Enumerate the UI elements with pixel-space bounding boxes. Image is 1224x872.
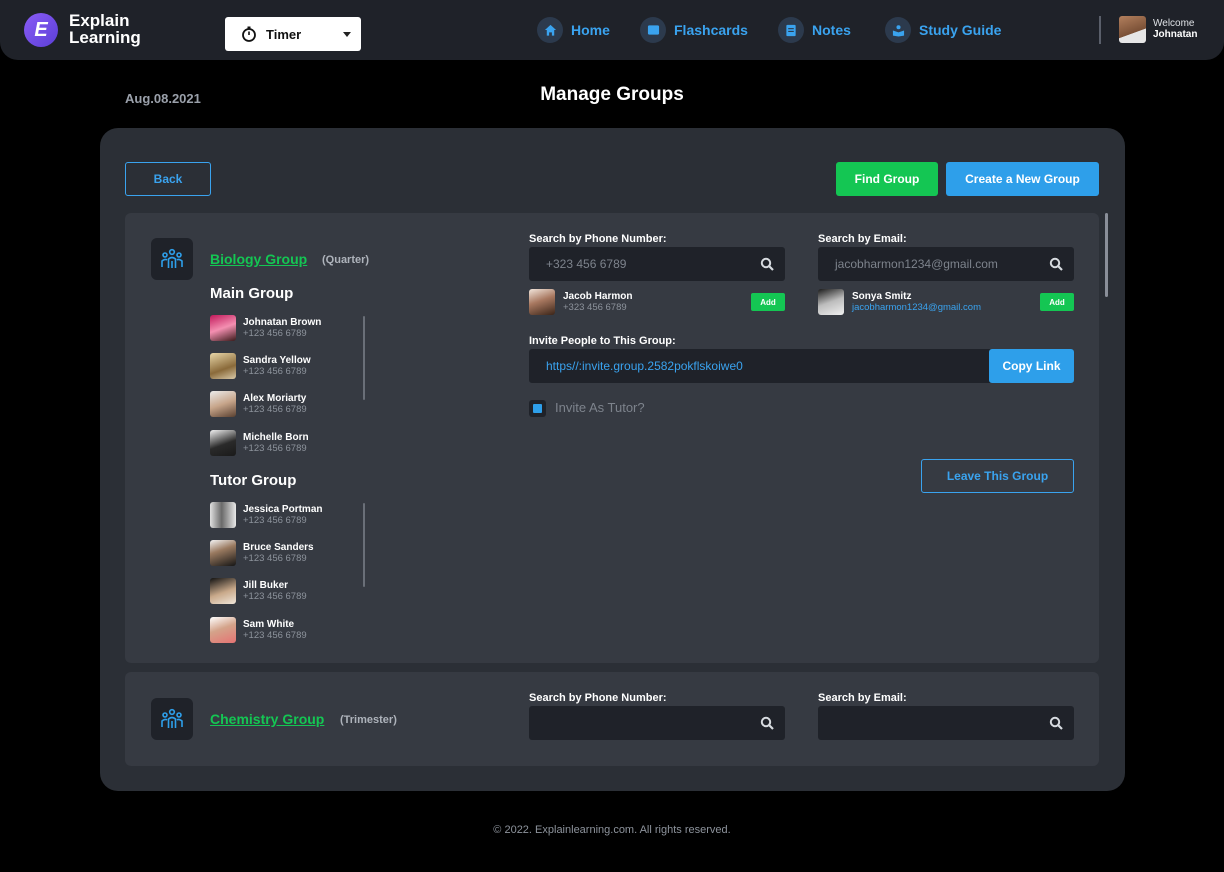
group-term: (Quarter) bbox=[322, 254, 370, 266]
phone-search-label: Search by Phone Number: bbox=[529, 233, 667, 245]
avatar bbox=[210, 617, 236, 643]
user-avatar[interactable] bbox=[1119, 16, 1146, 43]
group-term: (Trimester) bbox=[340, 714, 397, 726]
stopwatch-icon bbox=[242, 26, 256, 42]
list-item-tutor[interactable]: Jessica Portman +123 456 6789 bbox=[210, 502, 323, 528]
search-icon[interactable] bbox=[760, 257, 774, 271]
email-search-label: Search by Email: bbox=[818, 233, 907, 245]
find-group-button[interactable]: Find Group bbox=[836, 162, 938, 196]
search-icon[interactable] bbox=[1049, 716, 1063, 730]
avatar bbox=[210, 315, 236, 341]
back-button[interactable]: Back bbox=[125, 162, 211, 196]
invite-as-tutor-label[interactable]: Invite As Tutor? bbox=[555, 400, 645, 415]
avatar bbox=[210, 391, 236, 417]
chevron-down-icon bbox=[343, 32, 351, 37]
scrollbar[interactable] bbox=[1105, 213, 1108, 297]
avatar bbox=[210, 502, 236, 528]
timer-dropdown[interactable]: Timer bbox=[225, 17, 361, 51]
list-item-tutor[interactable]: Bruce Sanders +123 456 6789 bbox=[210, 540, 314, 566]
avatar bbox=[210, 578, 236, 604]
list-item-tutor[interactable]: Sam White +123 456 6789 bbox=[210, 617, 307, 643]
group-name-chemistry[interactable]: Chemistry Group bbox=[210, 711, 324, 727]
main-group-heading: Main Group bbox=[210, 285, 294, 302]
avatar bbox=[529, 289, 555, 315]
study-guide-icon bbox=[885, 17, 911, 43]
avatar bbox=[210, 540, 236, 566]
email-search-input[interactable]: jacobharmon1234@gmail.com bbox=[818, 247, 1074, 281]
create-group-button[interactable]: Create a New Group bbox=[946, 162, 1099, 196]
page-title: Manage Groups bbox=[540, 84, 684, 105]
list-scrollbar[interactable] bbox=[363, 316, 365, 400]
tutor-group-heading: Tutor Group bbox=[210, 472, 297, 489]
group-people-icon bbox=[151, 698, 193, 740]
flashcards-icon bbox=[640, 17, 666, 43]
user-welcome[interactable]: Welcome Johnatan bbox=[1153, 18, 1197, 40]
avatar bbox=[818, 289, 844, 315]
nav-notes[interactable]: Notes bbox=[778, 16, 851, 44]
email-search-input[interactable] bbox=[818, 706, 1074, 740]
home-icon bbox=[537, 17, 563, 43]
header-divider bbox=[1099, 16, 1101, 44]
phone-search-input[interactable] bbox=[529, 706, 785, 740]
phone-search-input[interactable]: +323 456 6789 bbox=[529, 247, 785, 281]
invite-label: Invite People to This Group: bbox=[529, 335, 676, 347]
group-people-icon bbox=[151, 238, 193, 280]
notes-icon bbox=[778, 17, 804, 43]
list-item-member[interactable]: Johnatan Brown +123 456 6789 bbox=[210, 315, 321, 341]
search-icon[interactable] bbox=[760, 716, 774, 730]
avatar bbox=[210, 430, 236, 456]
email-search-result: Sonya Smitz jacobharmon1234@gmail.com bbox=[818, 288, 981, 316]
nav-flashcards[interactable]: Flashcards bbox=[640, 16, 748, 44]
top-navigation-bar bbox=[0, 0, 1224, 60]
leave-group-button[interactable]: Leave This Group bbox=[921, 459, 1074, 493]
checkbox-mark bbox=[533, 404, 542, 413]
footer-copyright: © 2022. Explainlearning.com. All rights … bbox=[493, 824, 731, 836]
invite-as-tutor-checkbox[interactable] bbox=[529, 400, 546, 417]
copy-link-button[interactable]: Copy Link bbox=[989, 349, 1074, 383]
phone-search-result: Jacob Harmon +323 456 6789 bbox=[529, 288, 632, 316]
add-member-button[interactable]: Add bbox=[751, 293, 785, 311]
group-name-biology[interactable]: Biology Group bbox=[210, 251, 307, 267]
list-item-member[interactable]: Sandra Yellow +123 456 6789 bbox=[210, 353, 311, 379]
nav-study-guide[interactable]: Study Guide bbox=[885, 16, 1001, 44]
list-item-member[interactable]: Alex Moriarty +123 456 6789 bbox=[210, 391, 307, 417]
add-member-button[interactable]: Add bbox=[1040, 293, 1074, 311]
phone-search-label: Search by Phone Number: bbox=[529, 692, 667, 704]
timer-label: Timer bbox=[266, 26, 302, 42]
list-item-tutor[interactable]: Jill Buker +123 456 6789 bbox=[210, 578, 307, 604]
avatar bbox=[210, 353, 236, 379]
logo-icon[interactable]: E bbox=[24, 13, 58, 47]
logo-text[interactable]: Explain Learning bbox=[69, 12, 141, 46]
list-scrollbar[interactable] bbox=[363, 503, 365, 587]
list-item-member[interactable]: Michelle Born +123 456 6789 bbox=[210, 430, 309, 456]
search-icon[interactable] bbox=[1049, 257, 1063, 271]
email-search-label: Search by Email: bbox=[818, 692, 907, 704]
nav-home[interactable]: Home bbox=[537, 16, 610, 44]
